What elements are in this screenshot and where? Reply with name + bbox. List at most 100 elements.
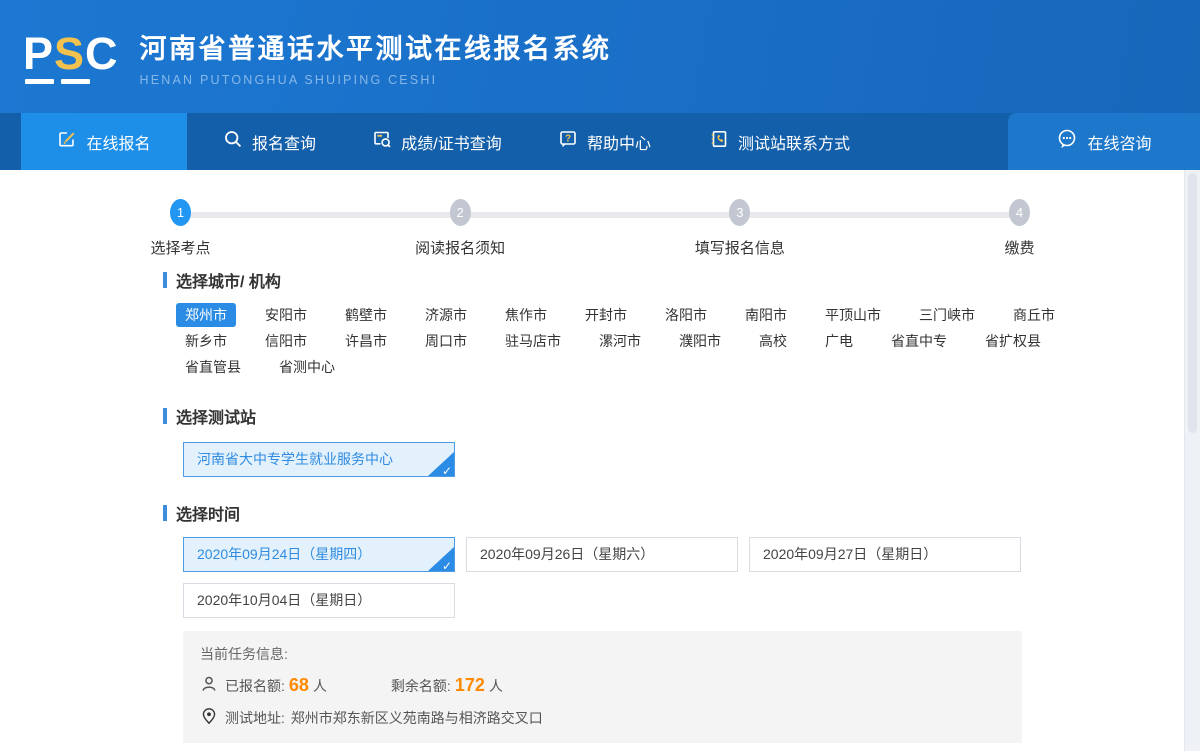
progress-stepper: 1 选择考点 2 阅读报名须知 3 填写报名信息 4 缴费	[163, 196, 1037, 264]
time-slot-label: 2020年10月04日（星期日）	[197, 592, 371, 608]
tab-registration-query[interactable]: 报名查询	[187, 113, 352, 170]
phonebook-icon	[709, 129, 729, 154]
city-chip[interactable]: 南阳市	[736, 303, 796, 327]
step-read-notice: 2 阅读报名须知	[415, 199, 505, 258]
scrollbar-thumb[interactable]	[1188, 173, 1197, 433]
tab-label: 测试站联系方式	[738, 130, 850, 154]
page-title: 河南省普通话水平测试在线报名系统	[140, 27, 612, 66]
station-card[interactable]: 河南省大中专学生就业服务中心 ✓	[183, 442, 455, 477]
logo-underline-bars	[25, 79, 90, 84]
header-titles: 河南省普通话水平测试在线报名系统 HENAN PUTONGHUA SHUIPIN…	[140, 27, 612, 87]
section-accent-bar	[163, 272, 167, 288]
address-value: 郑州市郑东新区义苑南路与相济路交叉口	[291, 708, 543, 728]
city-chip[interactable]: 高校	[750, 329, 796, 353]
time-row: 2020年09月24日（星期四） ✓ 2020年09月26日（星期六） 2020…	[183, 537, 1200, 572]
certificate-search-icon	[372, 129, 392, 154]
task-info-title: 当前任务信息:	[200, 644, 1005, 664]
time-slot-card[interactable]: 2020年09月26日（星期六）	[466, 537, 738, 572]
section-title: 选择时间	[176, 501, 240, 525]
city-chip[interactable]: 三门峡市	[910, 303, 984, 327]
city-chip[interactable]: 濮阳市	[670, 329, 730, 353]
registered-unit: 人	[313, 676, 327, 696]
station-name: 河南省大中专学生就业服务中心	[197, 451, 393, 467]
city-chip[interactable]: 安阳市	[256, 303, 316, 327]
psc-logo: PSC	[23, 32, 119, 84]
search-icon	[223, 129, 243, 154]
time-slot-label: 2020年09月26日（星期六）	[480, 546, 654, 562]
city-row: 郑州市 安阳市 鹤壁市 济源市 焦作市 开封市 洛阳市 南阳市 平顶山市 三门峡…	[176, 302, 1200, 328]
city-chip[interactable]: 商丘市	[1004, 303, 1064, 327]
time-slot-card[interactable]: 2020年09月27日（星期日）	[749, 537, 1021, 572]
tab-test-station-contacts[interactable]: 测试站联系方式	[687, 113, 872, 170]
station-section-header: 选择测试站	[163, 404, 1200, 428]
tab-online-registration[interactable]: 在线报名	[21, 113, 187, 170]
address-label: 测试地址:	[225, 708, 285, 728]
city-chip[interactable]: 信阳市	[256, 329, 316, 353]
quota-line: 已报名额: 68 人 剩余名额: 172 人	[200, 675, 1005, 696]
step-payment: 4 缴费	[1005, 199, 1035, 258]
remaining-label: 剩余名额:	[391, 676, 451, 696]
step-fill-info: 3 填写报名信息	[695, 199, 785, 258]
city-chip[interactable]: 驻马店市	[496, 329, 570, 353]
time-section-header: 选择时间	[163, 501, 1200, 525]
registered-label: 已报名额:	[225, 676, 285, 696]
remaining-count: 172	[455, 675, 485, 696]
time-slot-label: 2020年09月27日（星期日）	[763, 546, 937, 562]
page-scrollbar[interactable]	[1184, 170, 1200, 751]
tab-help-center[interactable]: ? 帮助中心	[522, 113, 687, 170]
city-chip[interactable]: 周口市	[416, 329, 476, 353]
city-chip[interactable]: 漯河市	[590, 329, 650, 353]
app-header: PSC 河南省普通话水平测试在线报名系统 HENAN PUTONGHUA SHU…	[0, 0, 1200, 113]
step-number: 4	[1009, 199, 1030, 226]
tab-label: 报名查询	[252, 130, 316, 154]
nav-spacer	[872, 113, 1008, 170]
city-list: 郑州市 安阳市 鹤壁市 济源市 焦作市 开封市 洛阳市 南阳市 平顶山市 三门峡…	[176, 302, 1200, 380]
time-row: 2020年10月04日（星期日）	[183, 583, 1200, 618]
city-chip[interactable]: 开封市	[576, 303, 636, 327]
check-icon: ✓	[442, 465, 452, 477]
current-task-info-box: 当前任务信息: 已报名额: 68 人 剩余名额: 172 人 测试地址: 郑州市…	[183, 631, 1022, 743]
city-chip[interactable]: 广电	[816, 329, 862, 353]
step-label: 填写报名信息	[695, 237, 785, 258]
remaining-unit: 人	[489, 676, 503, 696]
city-chip[interactable]: 省直中专	[882, 329, 956, 353]
tab-score-certificate-query[interactable]: 成绩/证书查询	[352, 113, 522, 170]
stepper-track	[177, 212, 1023, 218]
city-chip[interactable]: 洛阳市	[656, 303, 716, 327]
city-chip[interactable]: 鹤壁市	[336, 303, 396, 327]
tab-label: 成绩/证书查询	[401, 130, 501, 154]
step-number: 2	[450, 199, 471, 226]
city-chip[interactable]: 平顶山市	[816, 303, 890, 327]
time-slot-card[interactable]: 2020年10月04日（星期日）	[183, 583, 455, 618]
tab-label: 在线报名	[86, 130, 150, 154]
station-list: 河南省大中专学生就业服务中心 ✓	[183, 442, 1200, 477]
top-banner: PSC 河南省普通话水平测试在线报名系统 HENAN PUTONGHUA SHU…	[0, 0, 1200, 170]
chat-icon	[1056, 128, 1078, 155]
city-chip[interactable]: 省测中心	[270, 355, 344, 379]
city-chip[interactable]: 郑州市	[176, 303, 236, 327]
time-slot-card[interactable]: 2020年09月24日（星期四） ✓	[183, 537, 455, 572]
city-row: 省直管县 省测中心	[176, 354, 1200, 380]
section-accent-bar	[163, 408, 167, 424]
city-chip[interactable]: 焦作市	[496, 303, 556, 327]
step-label: 缴费	[1005, 237, 1035, 258]
step-select-site: 1 选择考点	[150, 199, 210, 258]
page-subtitle: HENAN PUTONGHUA SHUIPING CESHI	[140, 73, 612, 87]
location-pin-icon	[200, 707, 225, 728]
registered-count: 68	[289, 675, 309, 696]
address-line: 测试地址: 郑州市郑东新区义苑南路与相济路交叉口	[200, 707, 1005, 728]
check-icon: ✓	[442, 560, 452, 572]
person-icon	[200, 675, 225, 696]
step-number: 3	[729, 199, 750, 226]
city-row: 新乡市 信阳市 许昌市 周口市 驻马店市 漯河市 濮阳市 高校 广电 省直中专 …	[176, 328, 1200, 354]
city-chip[interactable]: 许昌市	[336, 329, 396, 353]
section-title: 选择测试站	[176, 404, 256, 428]
svg-text:?: ?	[565, 134, 571, 145]
city-chip[interactable]: 济源市	[416, 303, 476, 327]
city-chip[interactable]: 省扩权县	[976, 329, 1050, 353]
online-consult-button[interactable]: 在线咨询	[1008, 113, 1200, 170]
tab-label: 在线咨询	[1087, 130, 1151, 154]
city-chip[interactable]: 新乡市	[176, 329, 236, 353]
step-label: 选择考点	[150, 237, 210, 258]
city-chip[interactable]: 省直管县	[176, 355, 250, 379]
